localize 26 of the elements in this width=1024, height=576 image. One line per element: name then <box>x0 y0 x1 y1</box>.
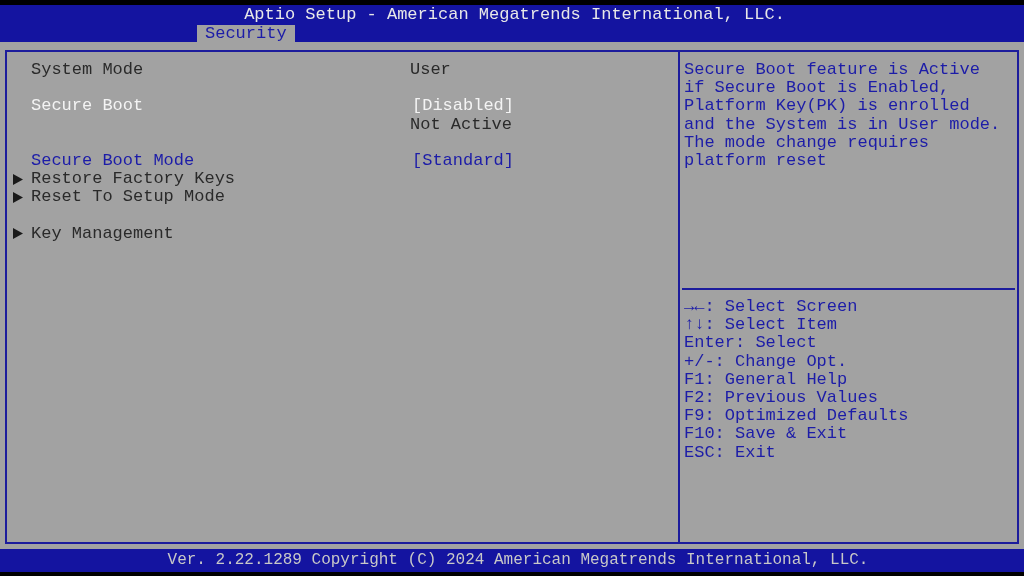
key-hint: F10: Save & Exit <box>684 425 849 444</box>
key-hint: ESC: Exit <box>684 443 777 462</box>
key-hint: F9: Optimized Defaults <box>684 407 910 426</box>
help-text: Secure Boot feature is Active if Secure Boot is Enabled, Platform Key(PK) is enrolled and the System is in User mode. The mode change requires platform reset <box>683 59 1002 172</box>
copyright-text: Ver. 2.22.1289 Copyright (C) 2024 American Megatrends International, LLC. <box>166 551 869 570</box>
submenu-arrow-icon <box>13 173 23 185</box>
menu-item[interactable]: Secure Boot Mode <box>31 151 195 171</box>
submenu-arrow-icon <box>13 228 23 240</box>
menu-item[interactable]: Secure Boot <box>31 97 144 116</box>
key-hint: F2: Previous Values <box>684 388 879 408</box>
key-hint: ↑↓: Select Item <box>684 316 839 335</box>
menu-item[interactable]: Reset To Setup Mode <box>31 188 225 207</box>
setting-value[interactable]: [Standard] <box>410 151 515 171</box>
security-tab[interactable]: Security <box>197 25 295 44</box>
setting-value[interactable]: [Disabled] <box>410 97 515 116</box>
setting-label: System Mode <box>31 61 144 80</box>
menu-item[interactable]: Restore Factory Keys <box>31 170 236 189</box>
key-hint: →←: Select Screen <box>684 298 859 317</box>
menu-item[interactable]: Key Management <box>31 224 174 243</box>
key-hint: Enter: Select <box>684 334 818 353</box>
setting-value: User <box>410 61 451 80</box>
key-hint: +/-: Change Opt. <box>684 352 849 371</box>
submenu-arrow-icon <box>13 191 23 203</box>
window-title: Aptio Setup - American Megatrends International, LLC. <box>243 5 785 25</box>
key-hint: F1: General Help <box>684 370 849 389</box>
setting-value: Not Active <box>410 115 513 134</box>
